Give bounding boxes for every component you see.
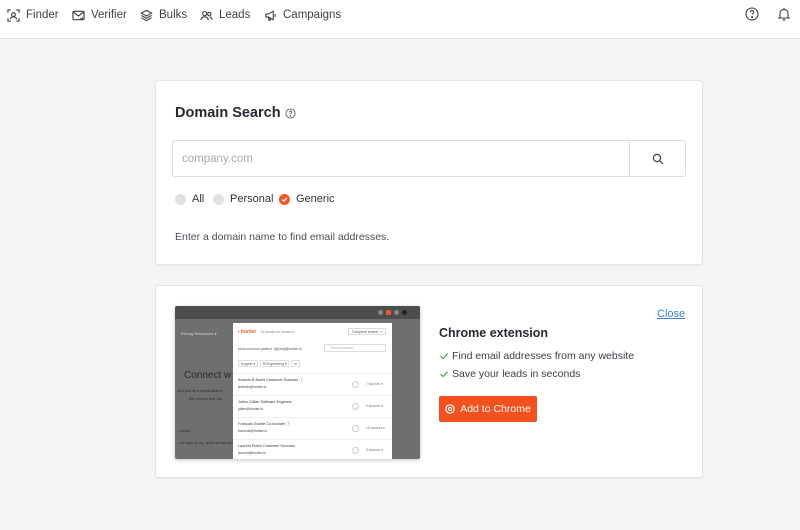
users-icon: [200, 9, 213, 22]
close-link[interactable]: Close: [657, 308, 685, 320]
feature-item: Save your leads in seconds: [439, 368, 580, 380]
check-icon: [439, 369, 449, 379]
megaphone-icon: [264, 9, 277, 22]
preview-person-email: laurent@hunter.io: [238, 451, 266, 455]
filter-personal[interactable]: Personal: [213, 193, 273, 205]
preview-person-email: julien@hunter.io: [238, 407, 264, 411]
preview-add-circle: [352, 403, 359, 410]
preview-chip: Support ▾: [238, 360, 258, 367]
bell-icon[interactable]: [777, 7, 791, 21]
domain-search-card: Domain Search All Personal Generic Enter…: [155, 80, 703, 265]
preview-sources: 8 sources ▾: [366, 448, 383, 452]
preview-dot: [394, 310, 399, 315]
preview-side-text: the people that ma: [189, 396, 223, 401]
preview-add-circle: [352, 425, 359, 432]
nav-finder[interactable]: Finder: [7, 0, 59, 30]
preview-logo: ⬪ hunter: [238, 329, 257, 335]
preview-person-row: Laurent Robin Customer Success laurent@h…: [233, 439, 392, 459]
preview-add-circle: [352, 381, 359, 388]
nav-verifier-label: Verifier: [91, 9, 127, 21]
add-to-chrome-button[interactable]: Add to Chrome: [439, 396, 537, 422]
preview-browser-bar: [175, 306, 420, 319]
preview-sources: 6 sources ▾: [366, 404, 383, 408]
nav-bulks-label: Bulks: [159, 9, 188, 21]
preview-person-email: antonio@hunter.io: [238, 385, 267, 389]
nav-leads-label: Leads: [219, 9, 251, 21]
preview-tagline: 15 results for hunter.io: [260, 330, 295, 334]
preview-person-name: Laurent Robin Customer Success: [238, 444, 295, 448]
radio-unchecked[interactable]: [175, 193, 186, 205]
nav-leads[interactable]: Leads: [200, 0, 250, 30]
extension-title: Chrome extension: [439, 326, 549, 340]
preview-sources: 7 sources ▾: [366, 382, 383, 386]
finder-icon: [7, 8, 20, 22]
filter-generic-label: Generic: [296, 193, 335, 205]
radio-unchecked[interactable]: [213, 193, 224, 205]
nav-finder-label: Finder: [26, 9, 59, 21]
preview-side-text: ...ail repo to ca, given email address: [177, 440, 242, 445]
preview-sources: 15 sources ▾: [366, 426, 385, 430]
layers-icon: [140, 9, 153, 22]
search-button[interactable]: [629, 141, 685, 176]
domain-search-title: Domain Search: [175, 105, 296, 121]
radio-checked-icon[interactable]: [279, 193, 290, 205]
preview-chip: ☰ Engineering ▾: [260, 360, 289, 367]
nav-bulks[interactable]: Bulks: [140, 0, 187, 30]
extension-preview-image: Pricing Resources ▾ Connect w and you fi…: [175, 306, 420, 459]
feature-label: Find email addresses from any website: [452, 350, 635, 362]
preview-dot: [402, 310, 407, 315]
preview-popup: ⬪ hunter 15 results for hunter.io Comple…: [233, 323, 392, 459]
preview-complete-search: Complete search ↗: [348, 328, 386, 335]
domain-search-input[interactable]: [173, 141, 630, 176]
help-circle-icon[interactable]: [745, 7, 759, 21]
preview-chip: •••: [291, 360, 300, 367]
preview-dot: [378, 310, 383, 315]
filter-all[interactable]: All: [175, 193, 204, 205]
filter-personal-label: Personal: [230, 193, 274, 205]
preview-hunter-icon: [386, 310, 391, 315]
envelope-check-icon: [72, 9, 85, 22]
top-navigation: Finder Verifier Bulks Leads Campaigns: [0, 0, 800, 39]
preview-headline: Connect w: [184, 370, 232, 381]
preview-person-row: François Grante Co-founder ⓘ francois@hu…: [233, 417, 392, 439]
preview-person-name: François Grante Co-founder ⓘ: [238, 422, 291, 426]
domain-search-title-text: Domain Search: [175, 105, 281, 121]
help-icon[interactable]: [285, 107, 296, 119]
preview-person-name: Julien Gillian Software Engineer: [238, 400, 292, 404]
preview-person-row: Antonio B Buehl Customer Success ⓘ anton…: [233, 373, 392, 395]
domain-search-box: [172, 140, 686, 177]
preview-add-circle: [352, 447, 359, 454]
nav-verifier[interactable]: Verifier: [72, 0, 127, 30]
chrome-icon: [445, 404, 455, 414]
preview-side-text: and you find email addres: [177, 388, 223, 393]
nav-campaigns-label: Campaigns: [283, 9, 342, 21]
search-hint: Enter a domain name to find email addres…: [175, 231, 390, 243]
feature-label: Save your leads in seconds: [452, 368, 581, 380]
filter-all-label: All: [192, 193, 205, 205]
search-icon: [652, 153, 664, 165]
preview-side-text: ...about: [177, 428, 191, 433]
add-to-chrome-label: Add to Chrome: [460, 403, 531, 415]
preview-pattern: Most common pattern: {f}{last}@hunter.io: [238, 347, 302, 351]
preview-person-email: francois@hunter.io: [238, 429, 268, 433]
preview-person-row: Julien Gillian Software Engineer julien@…: [233, 395, 392, 417]
nav-campaigns[interactable]: Campaigns: [264, 0, 341, 30]
feature-item: Find email addresses from any website: [439, 350, 634, 362]
check-icon: [439, 351, 449, 361]
preview-search: Find someone...: [324, 344, 386, 352]
preview-tabs: Pricing Resources ▾: [181, 331, 217, 336]
chrome-extension-card: Pricing Resources ▾ Connect w and you fi…: [155, 285, 703, 478]
filter-generic[interactable]: Generic: [279, 193, 335, 205]
preview-person-name: Antonio B Buehl Customer Success ⓘ: [238, 378, 303, 382]
